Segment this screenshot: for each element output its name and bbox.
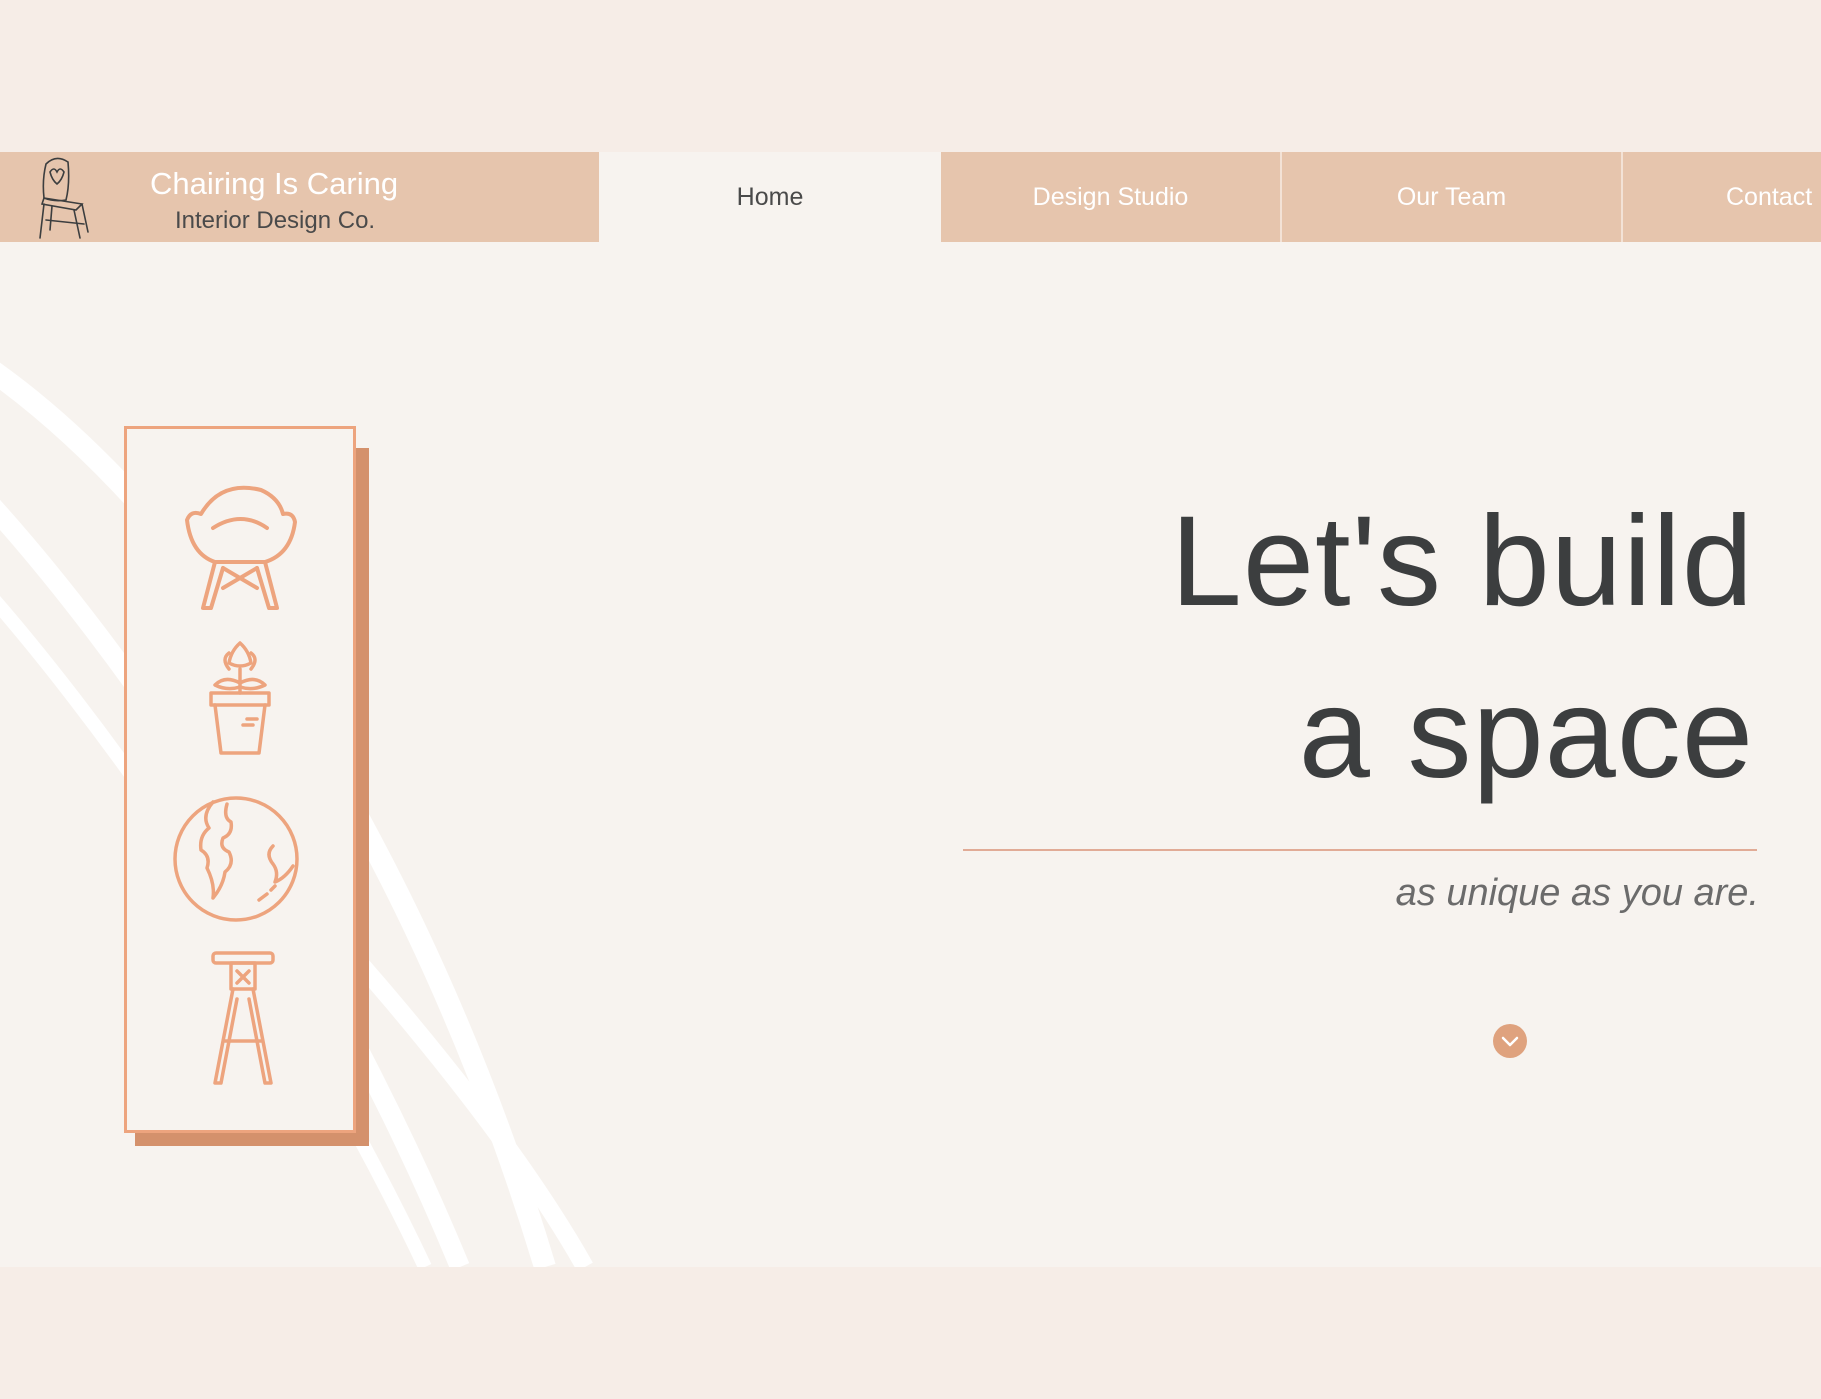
hero-divider [963, 849, 1757, 851]
hero-heading-line2: a space [1298, 662, 1754, 805]
nav-contact[interactable]: Contact [1623, 152, 1821, 242]
globe-icon [173, 796, 299, 922]
brand-name: Chairing Is Caring [150, 166, 399, 201]
icon-card [124, 426, 356, 1133]
hero-heading-line1: Let's build [1170, 490, 1754, 633]
potted-plant-icon [209, 641, 271, 755]
bar-stool-icon [211, 951, 275, 1085]
armchair-icon [185, 485, 297, 610]
scroll-down-button[interactable] [1493, 1024, 1527, 1058]
brand-subtitle: Interior Design Co. [175, 207, 376, 234]
nav-our-team[interactable]: Our Team [1282, 152, 1621, 242]
chair-heart-icon [39, 157, 89, 239]
site-header: Chairing Is Caring Interior Design Co. H… [0, 152, 1821, 242]
brand-logo-block[interactable]: Chairing Is Caring Interior Design Co. [0, 152, 599, 242]
hero-tagline: as unique as you are. [1395, 872, 1759, 914]
nav-home[interactable]: Home [599, 152, 941, 242]
chevron-down-icon [1501, 1036, 1519, 1047]
nav-design-studio[interactable]: Design Studio [941, 152, 1280, 242]
